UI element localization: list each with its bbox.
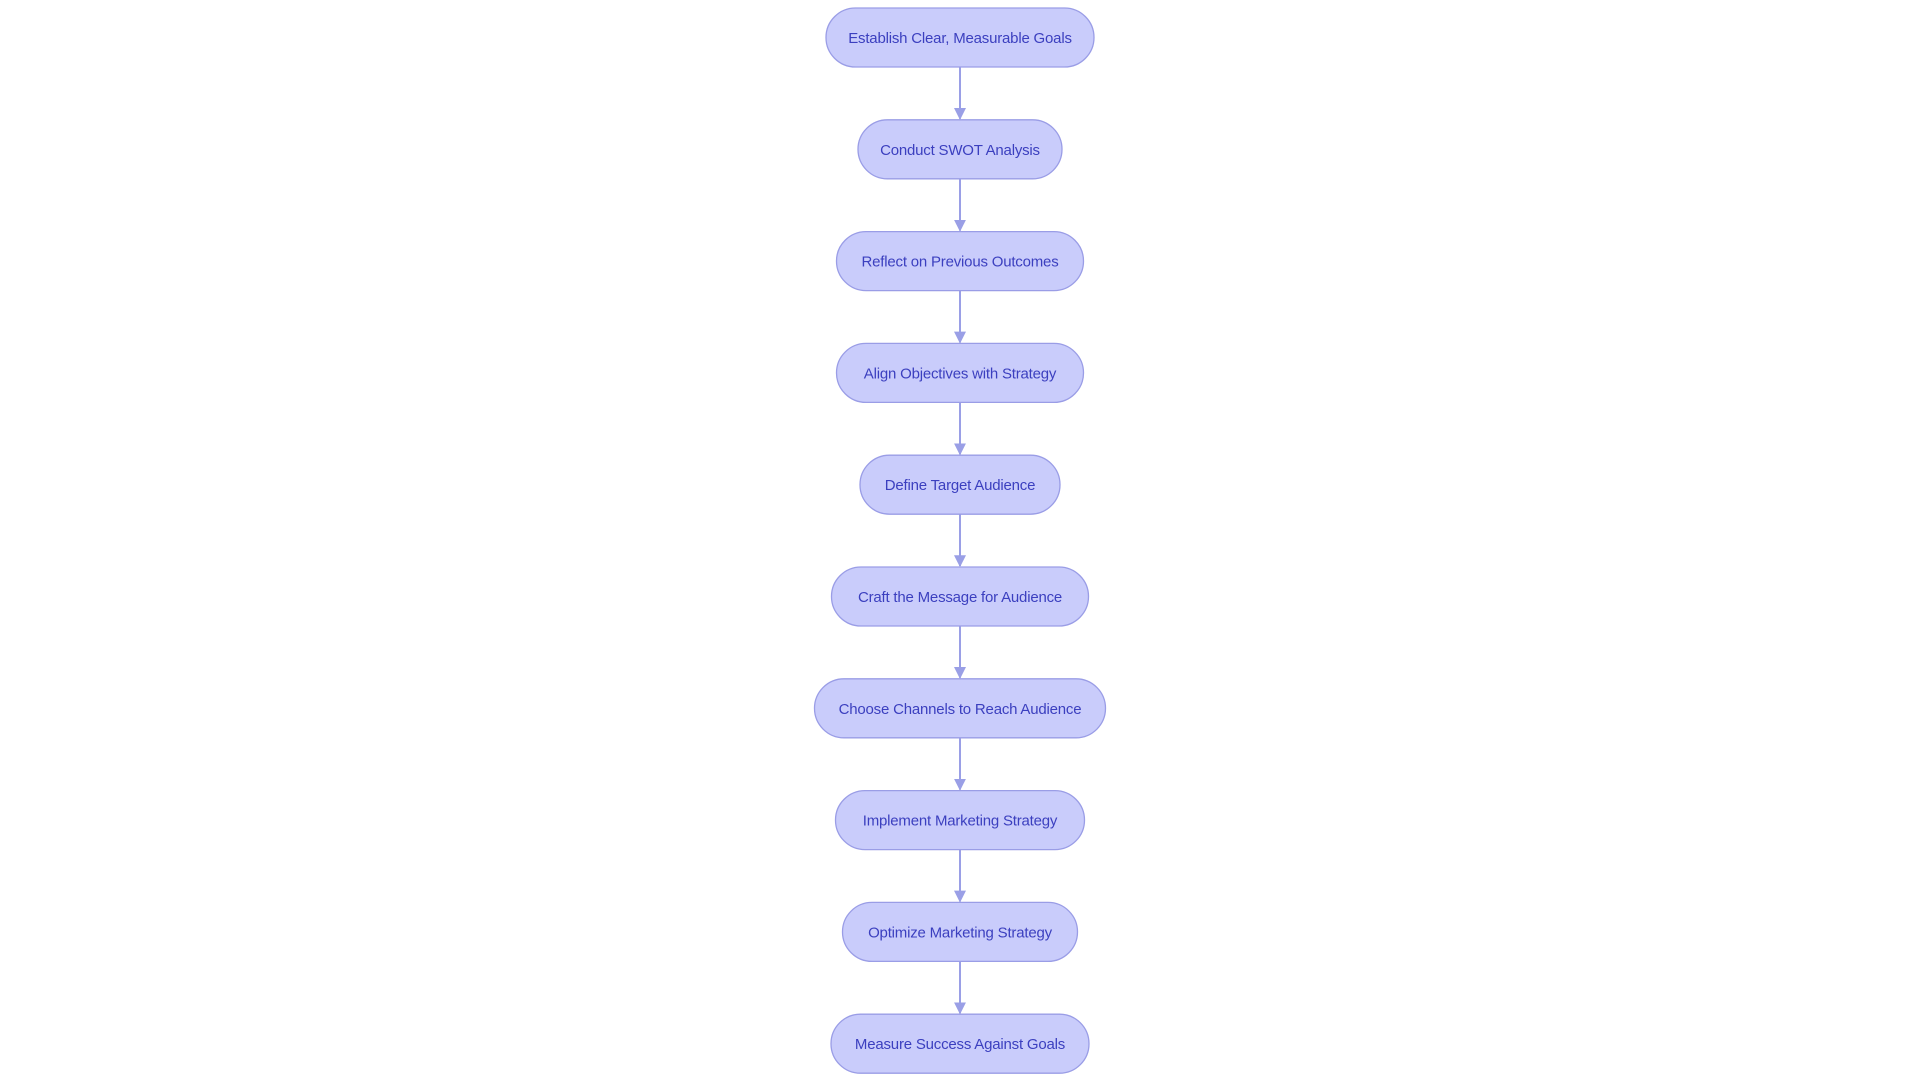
node-label: Implement Marketing Strategy	[863, 813, 1058, 830]
flowchart-node-10: Measure Success Against Goals	[830, 1013, 1090, 1074]
flowchart-node-4: Align Objectives with Strategy	[835, 342, 1085, 404]
flowchart-node-6: Craft the Message for Audience	[830, 566, 1090, 627]
flowchart-node-8: Implement Marketing Strategy	[834, 789, 1086, 851]
flowchart-node-7: Choose Channels to Reach Audience	[813, 678, 1107, 739]
node-label: Conduct SWOT Analysis	[880, 142, 1040, 159]
node-label: Optimize Marketing Strategy	[868, 924, 1053, 941]
node-label: Define Target Audience	[885, 477, 1035, 494]
node-label: Measure Success Against Goals	[855, 1036, 1065, 1053]
flowchart-diagram: Establish Clear, Measurable Goals Conduct…	[813, 7, 1107, 1074]
flowchart-node-1: Establish Clear, Measurable Goals	[825, 7, 1095, 68]
node-label: Establish Clear, Measurable Goals	[848, 30, 1072, 47]
flowchart-node-9: Optimize Marketing Strategy	[841, 901, 1079, 963]
node-label: Craft the Message for Audience	[858, 589, 1062, 606]
flowchart-node-2: Conduct SWOT Analysis	[857, 119, 1063, 180]
node-label: Reflect on Previous Outcomes	[862, 254, 1059, 271]
flowchart-node-3: Reflect on Previous Outcomes	[835, 230, 1085, 292]
flowchart-canvas: Establish Clear, Measurable Goals Conduct…	[0, 0, 1920, 1080]
node-label: Choose Channels to Reach Audience	[839, 701, 1082, 718]
node-label: Align Objectives with Strategy	[864, 365, 1057, 382]
flowchart-node-5: Define Target Audience	[859, 454, 1061, 515]
